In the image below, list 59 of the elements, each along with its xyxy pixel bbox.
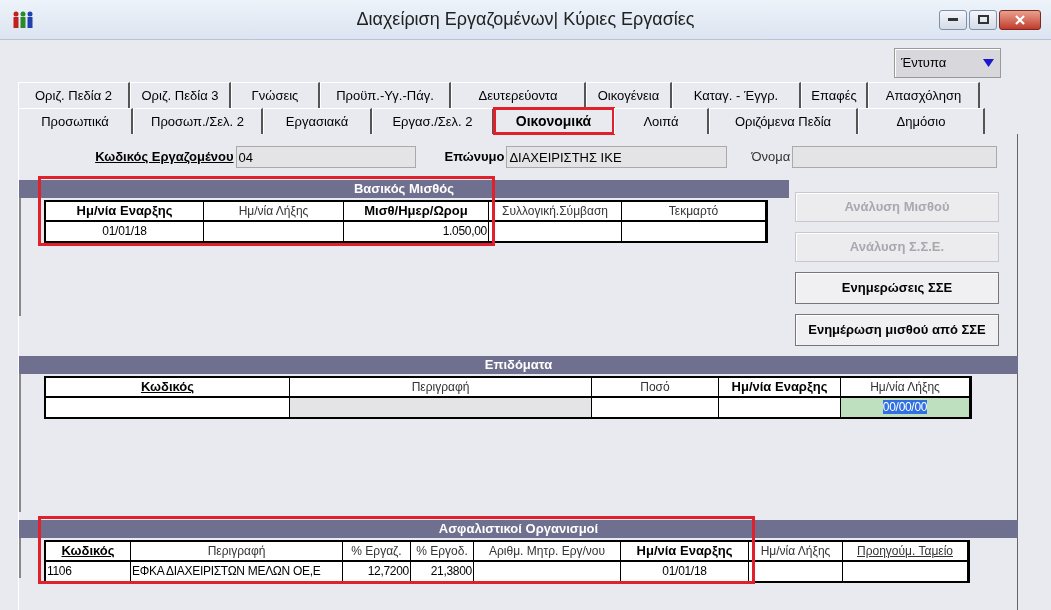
table-cell[interactable]: ΕΦΚΑ ΔΙΑΧΕΙΡΙΣΤΩΝ ΜΕΛΩΝ ΟΕ,Ε [131,562,343,581]
column-header: Ημ/νία Λήξης [749,542,843,560]
printouts-dropdown[interactable]: Έντυπα [894,48,1001,78]
column-header: % Εργαζ. [343,542,411,560]
tab[interactable]: Οικονομικά [494,108,614,134]
table-cell[interactable]: 00/00/00 [841,398,970,417]
column-header: Ημ/νία Εναρξης [621,542,749,560]
column-header: Ημ/νία Λήξης [204,202,344,220]
column-header: Κωδικός [46,378,290,396]
tab[interactable]: Δημόσιο [858,108,985,134]
tab[interactable]: Επαφές [801,82,868,108]
panel-header: Ασφαλιστικοί Οργανισμοί [19,520,1018,538]
dropdown-arrow-icon [983,59,994,67]
text-field[interactable]: ΔΙΑΧΕΙΡΙΣΤΗΣ ΙΚΕ [506,146,727,168]
column-header: Κωδικός [46,542,131,560]
tab[interactable]: Οριζ. Πεδία 3 [130,82,231,108]
column-header: Ποσό [592,378,719,396]
close-button[interactable] [999,9,1041,30]
text-field[interactable] [792,146,997,168]
column-header: Αριθμ. Μητρ. Εργ/νου [474,542,621,560]
field-label: Όνομα [750,148,791,167]
action-button[interactable]: Ενημέρωση μισθού από ΣΣΕ [795,314,999,346]
tab[interactable]: Απασχόληση [868,82,980,108]
close-icon [1015,14,1025,25]
column-header: Τεκμαρτό [622,202,766,220]
field-label: Κωδικός Εργαζομένου [94,148,234,167]
tab[interactable]: Καταγ. - Έγγρ. [672,82,801,108]
tab[interactable]: Προσωπικά [18,108,133,134]
column-header: Μισθ/Ημερ/Ωρομ [344,202,489,220]
tab[interactable]: Οριζόμενα Πεδία [709,108,858,134]
tab[interactable]: Εργασιακά [263,108,372,134]
window-title: Διαχείριση Εργαζομένων| Κύριες Εργασίες [355,8,696,31]
table-cell[interactable]: 1106 [46,562,131,581]
field-label: Επώνυμο [443,148,505,167]
tab[interactable]: Δευτερεύοντα [451,82,586,108]
column-header: Περιγραφή [131,542,343,560]
minimize-icon [948,18,958,21]
column-header: Ημ/νία Λήξης [841,378,970,396]
panel-header: Επιδόματα [19,356,1018,374]
panel-header: Βασικός Μισθός [19,180,789,198]
maximize-icon [977,15,989,24]
column-header: Περιγραφή [290,378,592,396]
minimize-button[interactable] [939,9,967,30]
column-header: Ημ/νία Εναρξης [719,378,841,396]
tab[interactable]: Προσωπ./Σελ. 2 [133,108,263,134]
action-button[interactable]: Ενημερώσεις ΣΣΕ [795,272,999,304]
tab[interactable]: Λοιπά [614,108,709,134]
maximize-button[interactable] [969,9,997,30]
tab[interactable]: Εργασ./Σελ. 2 [372,108,494,134]
text-field[interactable]: 04 [235,146,416,168]
column-header: % Εργοδ. [411,542,474,560]
column-header: Συλλογική.Σύμβαση [489,202,622,220]
people-icon [12,10,34,29]
column-header: Προηγούμ. Ταμείο [843,542,968,560]
column-header: Ημ/νία Εναρξης [46,202,204,220]
tab[interactable]: Γνώσεις [231,82,320,108]
tab[interactable]: Προϋπ.-Υγ.-Πάγ. [320,82,451,108]
tab[interactable]: Οριζ. Πεδία 2 [18,82,130,108]
tab[interactable]: Οικογένεια [586,82,672,108]
